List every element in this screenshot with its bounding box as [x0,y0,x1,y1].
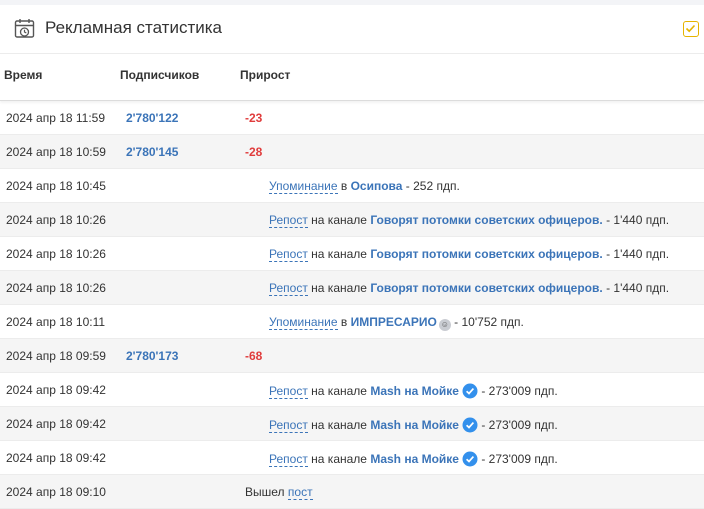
row-subscribers: 2'780'122 [126,111,179,125]
calendar-clock-icon [14,19,35,38]
row-time: 2024 апр 18 10:26 [6,213,106,227]
table-row: 2024 апр 18 10:45 Упоминание в Осипова -… [0,169,704,203]
channel-link[interactable]: Mash на Мойке [370,452,459,466]
row-event: Репост на канале Говорят потомки советск… [269,247,670,262]
channel-emoji-icon: ☺ [438,319,451,331]
row-subscribers: 2'780'173 [126,349,179,363]
row-time: 2024 апр 18 10:45 [6,179,106,193]
column-header-time: Время [4,68,43,82]
channel-link[interactable]: Говорят потомки советских офицеров. [370,247,602,261]
table-row: 2024 апр 18 10:59 2'780'145 -28 [0,135,704,169]
row-time: 2024 апр 18 10:26 [6,247,106,261]
mention-link[interactable]: Упоминание [269,179,338,194]
channel-link[interactable]: Говорят потомки советских офицеров. [370,213,602,227]
row-time: 2024 апр 18 10:59 [6,145,106,159]
channel-link[interactable]: ИМПРЕСАРИО [351,315,437,329]
row-growth: -68 [245,349,263,363]
channel-link[interactable]: Mash на Мойке [370,418,459,432]
table-row: 2024 апр 18 09:42 Репост на канале Mash … [0,441,704,475]
ad-stats-panel: Рекламная статистика Время Подписчиков П… [0,5,704,509]
channel-link[interactable]: Mash на Мойке [370,384,459,398]
row-growth: -28 [245,145,263,159]
column-header-growth: Прирост [240,68,291,82]
row-time: 2024 апр 18 10:11 [6,315,106,329]
row-growth: -23 [245,111,263,125]
row-event: Упоминание в ИМПРЕСАРИО ☺ - 10'752 пдп. [269,315,524,331]
verified-badge-icon [462,451,478,467]
verified-badge-icon [462,383,478,399]
repost-link[interactable]: Репост [269,384,308,399]
table-header: Время Подписчиков Прирост [0,54,704,101]
row-event: Репост на канале Mash на Мойке - 273'009… [269,451,558,467]
repost-link[interactable]: Репост [269,281,308,296]
row-event: Репост на канале Mash на Мойке - 273'009… [269,383,558,399]
repost-link[interactable]: Репост [269,418,308,433]
repost-link[interactable]: Репост [269,247,308,262]
table-row: 2024 апр 18 10:26 Репост на канале Говор… [0,271,704,305]
row-time: 2024 апр 18 09:59 [6,349,106,363]
table-row: 2024 апр 18 10:26 Репост на канале Говор… [0,237,704,271]
row-time: 2024 апр 18 10:26 [6,281,106,295]
table-row: 2024 апр 18 09:42 Репост на канале Mash … [0,407,704,441]
table-row: 2024 апр 18 09:59 2'780'173 -68 [0,339,704,373]
row-time: 2024 апр 18 11:59 [6,111,106,125]
verified-badge-icon [462,417,478,433]
row-time: 2024 апр 18 09:42 [6,417,106,431]
row-time: 2024 апр 18 09:10 [6,485,106,499]
row-subscribers: 2'780'145 [126,145,179,159]
repost-link[interactable]: Репост [269,452,308,467]
row-time: 2024 апр 18 09:42 [6,383,106,397]
repost-link[interactable]: Репост [269,213,308,228]
page-title: Рекламная статистика [45,18,223,37]
row-event: Вышел пост [245,485,313,500]
mention-link[interactable]: Упоминание [269,315,338,330]
table-row: 2024 апр 18 10:26 Репост на канале Говор… [0,203,704,237]
channel-link[interactable]: Осипова [351,179,403,193]
channel-link[interactable]: Говорят потомки советских офицеров. [370,281,602,295]
panel-header: Рекламная статистика [0,5,704,54]
table-row: 2024 апр 18 09:10 Вышел пост [0,475,704,509]
table-row: 2024 апр 18 09:42 Репост на канале Mash … [0,373,704,407]
row-event: Репост на канале Mash на Мойке - 273'009… [269,417,558,433]
toggle-checkbox[interactable] [683,21,699,37]
table-row: 2024 апр 18 10:11 Упоминание в ИМПРЕСАРИ… [0,305,704,339]
post-link[interactable]: пост [287,485,313,500]
checkmark-icon [685,24,696,33]
table-row: 2024 апр 18 11:59 2'780'122 -23 [0,101,704,135]
column-header-subscribers: Подписчиков [120,68,200,82]
row-event: Репост на канале Говорят потомки советск… [269,281,670,296]
row-time: 2024 апр 18 09:42 [6,451,106,465]
row-event: Репост на канале Говорят потомки советск… [269,213,670,228]
row-event: Упоминание в Осипова - 252 пдп. [269,179,460,194]
